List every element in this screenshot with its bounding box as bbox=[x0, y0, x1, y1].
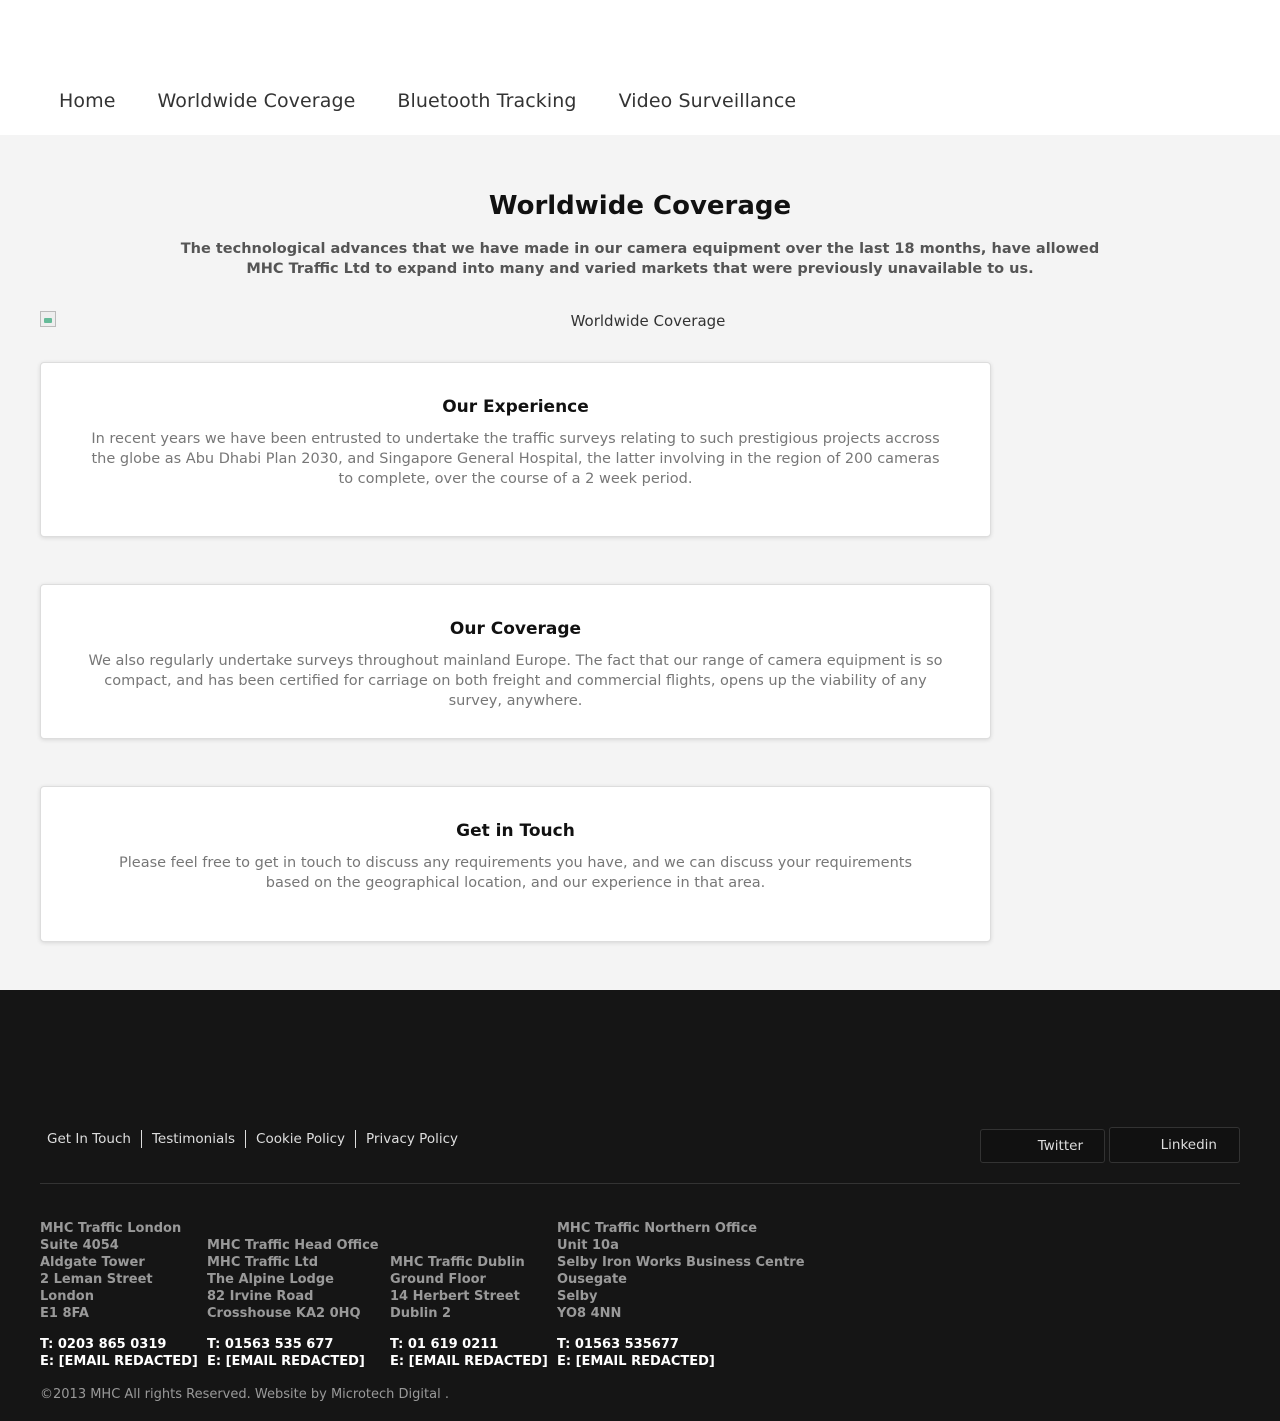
office-line: 2 Leman Street bbox=[40, 1272, 153, 1287]
office-head: MHC Traffic Head Office MHC Traffic Ltd … bbox=[207, 1237, 379, 1370]
card-text: Please feel free to get in touch to disc… bbox=[119, 855, 912, 891]
nav-bluetooth-tracking-link[interactable]: Bluetooth Tracking bbox=[397, 90, 576, 112]
footer-links: Get In Touch Testimonials Cookie Policy … bbox=[40, 1130, 468, 1148]
card-title: Our Experience bbox=[442, 397, 589, 417]
office-email[interactable]: E: [EMAIL REDACTED] bbox=[557, 1353, 805, 1370]
office-line: MHC Traffic London bbox=[40, 1221, 182, 1236]
office-northern: MHC Traffic Northern Office Unit 10a Sel… bbox=[557, 1220, 805, 1370]
office-line: Unit 10a bbox=[557, 1238, 619, 1253]
office-line: Dublin 2 bbox=[390, 1306, 452, 1321]
office-line: MHC Traffic Head Office bbox=[207, 1238, 379, 1253]
card-text: In recent years we have been entrusted t… bbox=[91, 431, 940, 487]
copyright: ©2013 MHC All rights Reserved. Website b… bbox=[40, 1387, 449, 1402]
nav-worldwide-coverage-link[interactable]: Worldwide Coverage bbox=[158, 90, 356, 112]
office-line: MHC Traffic Northern Office bbox=[557, 1221, 758, 1236]
office-line: MHC Traffic Dublin bbox=[390, 1255, 525, 1270]
office-email[interactable]: E: [EMAIL REDACTED] bbox=[40, 1353, 198, 1370]
office-email[interactable]: E: [EMAIL REDACTED] bbox=[390, 1353, 548, 1370]
office-phone: T: 01 619 0211 bbox=[390, 1337, 499, 1352]
office-line: Crosshouse KA2 0HQ bbox=[207, 1306, 361, 1321]
page-intro: The technological advances that we have … bbox=[180, 241, 1100, 277]
office-line: The Alpine Lodge bbox=[207, 1272, 334, 1287]
office-phone: T: 0203 865 0319 bbox=[40, 1337, 167, 1352]
main-content: Worldwide Coverage The technological adv… bbox=[0, 135, 1280, 990]
office-line: Ground Floor bbox=[390, 1272, 486, 1287]
office-phone: T: 01563 535 677 bbox=[207, 1337, 334, 1352]
office-line: YO8 4NN bbox=[557, 1306, 622, 1321]
coverage-image-alt: Worldwide Coverage bbox=[570, 312, 726, 330]
linkedin-label: Linkedin bbox=[1160, 1137, 1217, 1153]
office-line: London bbox=[40, 1289, 94, 1304]
site-footer: Get In Touch Testimonials Cookie Policy … bbox=[0, 990, 1280, 1421]
card-title: Our Coverage bbox=[449, 619, 582, 639]
nav-video-surveillance-link[interactable]: Video Surveillance bbox=[619, 90, 797, 112]
office-line: 14 Herbert Street bbox=[390, 1289, 520, 1304]
office-line: E1 8FA bbox=[40, 1306, 89, 1321]
office-line: 82 Irvine Road bbox=[207, 1289, 314, 1304]
office-dublin: MHC Traffic Dublin Ground Floor 14 Herbe… bbox=[390, 1254, 548, 1370]
footer-link-testimonials[interactable]: Testimonials bbox=[140, 1130, 245, 1148]
footer-link-privacy-policy[interactable]: Privacy Policy bbox=[355, 1130, 468, 1148]
office-line: Aldgate Tower bbox=[40, 1255, 145, 1270]
copyright-text: ©2013 MHC All rights Reserved. Website b… bbox=[40, 1387, 327, 1402]
office-phone: T: 01563 535677 bbox=[557, 1337, 679, 1352]
main-nav: Home Worldwide Coverage Bluetooth Tracki… bbox=[59, 90, 796, 112]
office-line: Suite 4054 bbox=[40, 1238, 119, 1253]
office-email[interactable]: E: [EMAIL REDACTED] bbox=[207, 1353, 379, 1370]
footer-link-cookie-policy[interactable]: Cookie Policy bbox=[245, 1130, 355, 1148]
get-in-touch-card: Get in Touch Please feel free to get in … bbox=[40, 786, 991, 942]
credit-link[interactable]: Microtech Digital bbox=[331, 1387, 441, 1402]
twitter-label: Twitter bbox=[1037, 1138, 1083, 1154]
office-line: Selby bbox=[557, 1289, 598, 1304]
credit-suffix: . bbox=[440, 1387, 449, 1402]
coverage-card: Our Coverage We also regularly undertake… bbox=[40, 584, 991, 739]
footer-divider bbox=[40, 1183, 1240, 1184]
office-line: Ousegate bbox=[557, 1272, 627, 1287]
twitter-button[interactable]: Twitter bbox=[980, 1129, 1105, 1163]
page-title: Worldwide Coverage bbox=[488, 191, 792, 221]
experience-card: Our Experience In recent years we have b… bbox=[40, 362, 991, 537]
nav-home-link[interactable]: Home bbox=[59, 90, 116, 112]
linkedin-button[interactable]: Linkedin bbox=[1109, 1127, 1240, 1163]
footer-link-get-in-touch[interactable]: Get In Touch bbox=[40, 1130, 141, 1148]
office-line: MHC Traffic Ltd bbox=[207, 1255, 319, 1270]
office-line: Selby Iron Works Business Centre bbox=[557, 1255, 805, 1270]
card-text: We also regularly undertake surveys thro… bbox=[88, 653, 943, 709]
site-header: Home Worldwide Coverage Bluetooth Tracki… bbox=[0, 0, 1280, 135]
office-london: MHC Traffic London Suite 4054 Aldgate To… bbox=[40, 1220, 198, 1370]
card-title: Get in Touch bbox=[456, 821, 575, 841]
